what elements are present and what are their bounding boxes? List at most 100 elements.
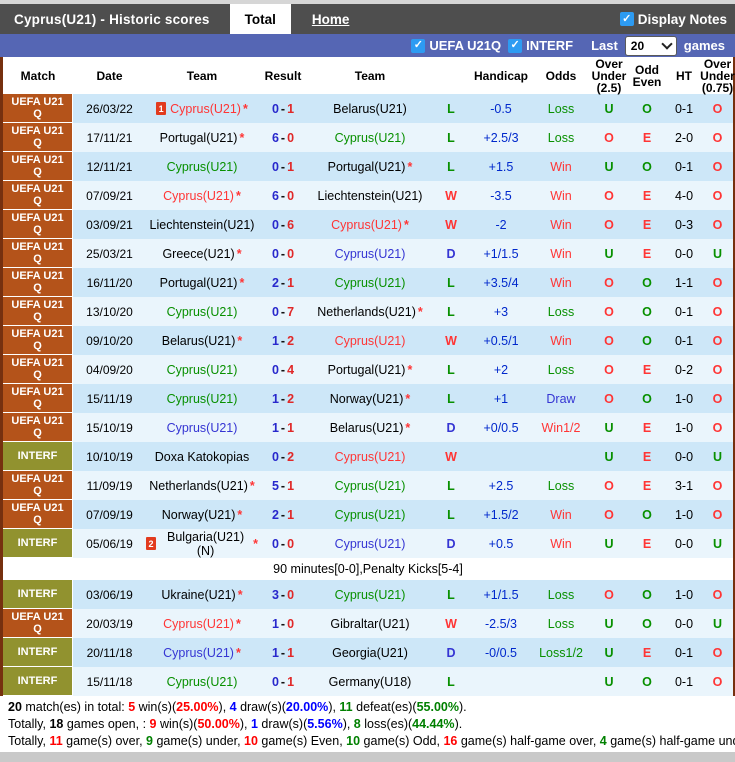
home-team[interactable]: Doxa Katokopias bbox=[146, 442, 258, 471]
over-under-25-value: O bbox=[604, 304, 614, 319]
away-team[interactable]: Germany(U18) bbox=[308, 667, 432, 696]
away-team[interactable]: Cyprus(U21) bbox=[308, 580, 432, 609]
home-team[interactable]: Norway(U21) * bbox=[146, 500, 258, 529]
result-letter: L bbox=[447, 304, 455, 319]
away-team[interactable]: Portugal(U21) * bbox=[308, 355, 432, 384]
home-team[interactable]: Greece(U21) * bbox=[146, 239, 258, 268]
odd-even-value: O bbox=[642, 674, 652, 689]
chevron-down-icon bbox=[661, 38, 673, 50]
away-team[interactable]: Cyprus(U21) bbox=[308, 471, 432, 500]
result-letter: L bbox=[447, 130, 455, 145]
column-header-odd-even: Odd Even bbox=[632, 62, 662, 89]
summary-text: Totally, bbox=[8, 717, 50, 731]
away-team[interactable]: Belarus(U21) bbox=[308, 94, 432, 123]
home-score: 2 bbox=[271, 275, 279, 290]
match-date: 15/11/18 bbox=[86, 674, 133, 689]
half-time-score: 0-0 bbox=[674, 536, 694, 551]
column-header-result: Result bbox=[264, 68, 302, 83]
away-team[interactable]: Georgia(U21) bbox=[308, 638, 432, 667]
table-row: UEFA U21 Q 13/10/20 Cyprus(U21) 0-7 Netherla… bbox=[3, 297, 733, 326]
table-row: INTERF 05/06/19 2 Bulgaria(U21)(N) * 0-0 Cypru… bbox=[3, 529, 733, 558]
over-under-25-value: O bbox=[604, 507, 614, 522]
away-team[interactable]: Cyprus(U21) bbox=[308, 123, 432, 152]
away-team[interactable]: Gibraltar(U21) bbox=[308, 609, 432, 638]
home-team[interactable]: Cyprus(U21) * bbox=[146, 181, 258, 210]
table-row: INTERF 15/11/18 Cyprus(U21) 0-1 Germany(U18)… bbox=[3, 667, 733, 696]
handicap-value: -2 bbox=[495, 217, 507, 232]
uefa-u21q-checkbox[interactable]: ✓ bbox=[411, 38, 426, 53]
home-team[interactable]: Cyprus(U21) bbox=[146, 413, 258, 442]
home-team[interactable]: Cyprus(U21) * bbox=[146, 638, 258, 667]
home-team[interactable]: Portugal(U21) * bbox=[146, 123, 258, 152]
match-date: 10/10/19 bbox=[86, 449, 133, 464]
away-team[interactable]: Netherlands(U21) * bbox=[308, 297, 432, 326]
home-score: 0 bbox=[271, 674, 279, 689]
home-advantage-star: * bbox=[407, 159, 413, 174]
summary-stat: 5.56% bbox=[307, 717, 343, 731]
half-time-score: 1-0 bbox=[674, 420, 694, 435]
away-team[interactable]: Cyprus(U21) * bbox=[308, 210, 432, 239]
away-team[interactable]: Cyprus(U21) bbox=[308, 326, 432, 355]
handicap-value: +2.5 bbox=[488, 478, 514, 493]
away-team[interactable]: Portugal(U21) * bbox=[308, 152, 432, 181]
summary-text: game(s) over, bbox=[62, 734, 147, 748]
display-notes-checkbox[interactable]: ✓ bbox=[619, 12, 634, 26]
home-advantage-star: * bbox=[417, 304, 423, 319]
red-card-icon: 1 bbox=[156, 102, 167, 115]
odd-even-value: O bbox=[642, 333, 652, 348]
home-team[interactable]: Cyprus(U21) bbox=[146, 667, 258, 696]
column-header-over-under-075: Over Under (0.75) bbox=[700, 56, 735, 95]
tab-total[interactable]: Total bbox=[229, 4, 291, 34]
last-games-select[interactable]: 20 bbox=[624, 35, 677, 56]
match-score: 2-1 bbox=[258, 500, 308, 529]
team-name: Cyprus(U21) bbox=[334, 275, 406, 290]
away-team[interactable]: Cyprus(U21) bbox=[308, 268, 432, 297]
summary-text: loss(es)( bbox=[360, 717, 413, 731]
home-team[interactable]: Ukraine(U21) * bbox=[146, 580, 258, 609]
column-header-odds: Odds bbox=[545, 68, 577, 83]
team-name: Germany(U18) bbox=[328, 674, 412, 689]
league-badge: INTERF bbox=[3, 529, 73, 558]
away-team[interactable]: Belarus(U21) * bbox=[308, 413, 432, 442]
interf-checkbox[interactable]: ✓ bbox=[508, 38, 523, 53]
home-team[interactable]: Portugal(U21) * bbox=[146, 268, 258, 297]
team-name: Cyprus(U21) bbox=[166, 420, 238, 435]
league-badge: UEFA U21 Q bbox=[3, 297, 73, 326]
away-team[interactable]: Norway(U21) * bbox=[308, 384, 432, 413]
away-team[interactable]: Cyprus(U21) bbox=[308, 529, 432, 558]
match-score: 1-2 bbox=[258, 326, 308, 355]
home-team[interactable]: Cyprus(U21) bbox=[146, 152, 258, 181]
home-team[interactable]: Liechtenstein(U21) bbox=[146, 210, 258, 239]
summary-text: game(s) Even, bbox=[257, 734, 347, 748]
home-team[interactable]: Cyprus(U21) bbox=[146, 384, 258, 413]
home-team[interactable]: Cyprus(U21) bbox=[146, 297, 258, 326]
away-team[interactable]: Liechtenstein(U21) bbox=[308, 181, 432, 210]
home-team[interactable]: Netherlands(U21) * bbox=[146, 471, 258, 500]
league-badge: INTERF bbox=[3, 580, 73, 609]
home-team[interactable]: Belarus(U21) * bbox=[146, 326, 258, 355]
half-time-score: 0-2 bbox=[674, 362, 694, 377]
home-advantage-star: * bbox=[237, 587, 243, 602]
summary-text: match(es) in total: bbox=[21, 700, 129, 714]
half-time-score: 0-1 bbox=[674, 101, 694, 116]
team-name: Cyprus(U21) bbox=[334, 130, 406, 145]
over-under-075-value: O bbox=[712, 275, 723, 290]
away-score: 0 bbox=[287, 587, 295, 602]
away-team[interactable]: Cyprus(U21) bbox=[308, 500, 432, 529]
home-team[interactable]: 2 Bulgaria(U21)(N) * bbox=[146, 529, 258, 558]
home-team[interactable]: Cyprus(U21) bbox=[146, 355, 258, 384]
home-team[interactable]: Cyprus(U21) * bbox=[146, 609, 258, 638]
odd-even-value: O bbox=[642, 159, 652, 174]
team-name: Netherlands(U21) bbox=[149, 478, 248, 493]
league-badge: INTERF bbox=[3, 638, 73, 667]
result-letter: D bbox=[446, 645, 456, 660]
home-score: 0 bbox=[271, 159, 279, 174]
tab-home[interactable]: Home bbox=[297, 4, 365, 34]
result-letter: W bbox=[445, 188, 457, 203]
away-team[interactable]: Cyprus(U21) bbox=[308, 442, 432, 471]
team-name: Norway(U21) bbox=[161, 507, 236, 522]
match-score: 0-1 bbox=[258, 152, 308, 181]
home-team[interactable]: 1 Cyprus(U21) * bbox=[146, 94, 258, 123]
over-under-075-value: O bbox=[712, 362, 723, 377]
away-team[interactable]: Cyprus(U21) bbox=[308, 239, 432, 268]
